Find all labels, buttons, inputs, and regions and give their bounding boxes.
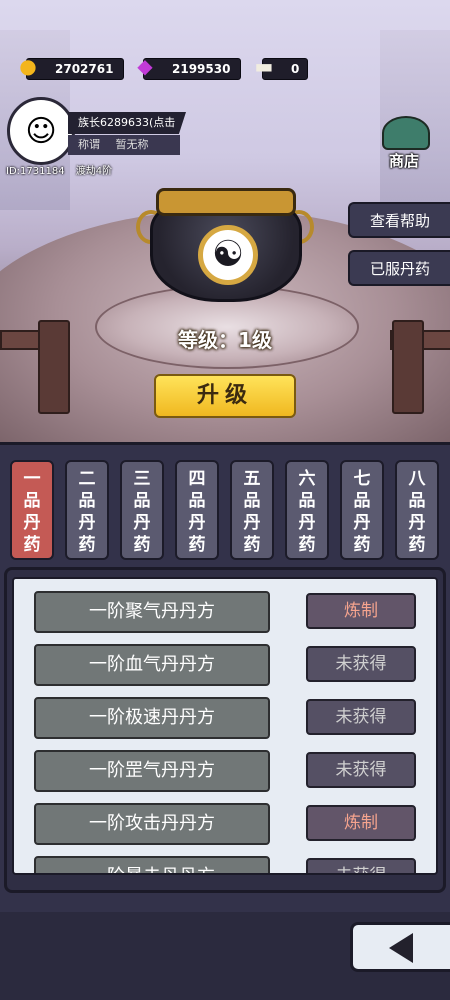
tab-grade-5[interactable]: 五品丹药: [230, 460, 274, 560]
purple-crystal-icon: ◆: [137, 54, 153, 78]
gold-coins-icon: ●: [19, 54, 37, 78]
tab-char: 四: [188, 469, 206, 489]
player-name[interactable]: 族长6289633(点击: [68, 112, 186, 134]
player-stage: 渡劫4阶: [75, 166, 113, 177]
consumed-pills-button[interactable]: 已服丹药: [348, 250, 450, 286]
tab-char: 品: [188, 491, 206, 511]
recipe-name[interactable]: 一阶暴击丹丹方: [34, 856, 270, 873]
tab-grade-2[interactable]: 二品丹药: [65, 460, 109, 560]
tab-char: 品: [78, 491, 96, 511]
tab-char: 丹: [188, 513, 206, 533]
tab-char: 五: [243, 469, 261, 489]
title-label: 称谓: [78, 138, 100, 151]
tab-grade-1[interactable]: 一品丹药: [10, 460, 54, 560]
tab-char: 三: [133, 469, 151, 489]
recipe-list[interactable]: 一阶聚气丹丹方 炼制 一阶血气丹丹方 未获得 一阶极速丹丹方 未获得 一阶罡气丹…: [12, 577, 438, 875]
recipe-name[interactable]: 一阶罡气丹丹方: [34, 750, 270, 792]
tab-char: 品: [298, 491, 316, 511]
list-item: 一阶攻击丹丹方 炼制: [34, 803, 424, 847]
recipe-name[interactable]: 一阶血气丹丹方: [34, 644, 270, 686]
tab-char: 丹: [78, 513, 96, 533]
scroll-value: 0: [291, 62, 300, 76]
player-title: 称谓 暂无称: [68, 135, 180, 155]
alchemy-cauldron-icon[interactable]: ☯: [136, 180, 314, 315]
shop-pagoda-icon: [382, 116, 430, 150]
craft-button[interactable]: 炼制: [306, 593, 416, 629]
gem-counter: ◆ 2199530: [137, 54, 241, 80]
back-button[interactable]: [350, 922, 450, 972]
tab-grade-6[interactable]: 六品丹药: [285, 460, 329, 560]
list-item: 一阶暴击丹丹方 未获得: [34, 856, 424, 873]
tab-char: 丹: [298, 513, 316, 533]
list-item: 一阶聚气丹丹方 炼制: [34, 591, 424, 635]
not-obtained-button[interactable]: 未获得: [306, 752, 416, 788]
tab-char: 丹: [408, 513, 426, 533]
shop-label: 商店: [388, 152, 419, 170]
player-id-line: ID:1731184 渡劫4阶: [6, 162, 112, 177]
tab-char: 药: [78, 535, 96, 555]
recipe-name[interactable]: 一阶攻击丹丹方: [34, 803, 270, 845]
player-avatar-icon: ☺: [25, 113, 57, 149]
tab-char: 品: [243, 491, 261, 511]
tab-grade-4[interactable]: 四品丹药: [175, 460, 219, 560]
tab-char: 二: [78, 469, 96, 489]
craft-button[interactable]: 炼制: [306, 805, 416, 841]
gold-counter: ● 2702761: [19, 54, 124, 80]
tab-char: 丹: [353, 513, 371, 533]
tab-char: 丹: [133, 513, 151, 533]
yin-yang-icon: ☯: [198, 225, 258, 285]
upgrade-button[interactable]: 升级: [154, 374, 296, 418]
list-item: 一阶罡气丹丹方 未获得: [34, 750, 424, 794]
tab-char: 药: [353, 535, 371, 555]
back-arrow-icon: [389, 933, 413, 963]
tab-char: 八: [408, 469, 426, 489]
tab-char: 药: [243, 535, 261, 555]
cauldron-level: 等级：1级: [178, 328, 272, 352]
tab-char: 品: [408, 491, 426, 511]
tab-char: 品: [353, 491, 371, 511]
gold-value: 2702761: [55, 62, 114, 76]
not-obtained-button[interactable]: 未获得: [306, 858, 416, 873]
recipe-name[interactable]: 一阶聚气丹丹方: [34, 591, 270, 633]
scroll-counter: ▬ 0: [255, 54, 308, 80]
not-obtained-button[interactable]: 未获得: [306, 699, 416, 735]
tab-grade-8[interactable]: 八品丹药: [395, 460, 439, 560]
shop-button[interactable]: 商店: [376, 116, 432, 174]
player-avatar[interactable]: ☺: [7, 97, 75, 165]
list-item: 一阶血气丹丹方 未获得: [34, 644, 424, 688]
gem-value: 2199530: [172, 62, 231, 76]
tab-char: 六: [298, 469, 316, 489]
tab-char: 丹: [243, 513, 261, 533]
tab-char: 药: [408, 535, 426, 555]
title-value: 暂无称: [115, 138, 149, 151]
tab-char: 品: [133, 491, 151, 511]
tab-char: 药: [133, 535, 151, 555]
not-obtained-button[interactable]: 未获得: [306, 646, 416, 682]
recipe-name[interactable]: 一阶极速丹丹方: [34, 697, 270, 739]
list-item: 一阶极速丹丹方 未获得: [34, 697, 424, 741]
cauldron-rim: [156, 188, 296, 216]
scroll-icon: ▬: [254, 54, 274, 78]
tab-char: 七: [353, 469, 371, 489]
tab-char: 药: [188, 535, 206, 555]
tab-char: 丹: [23, 513, 41, 533]
tab-grade-7[interactable]: 七品丹药: [340, 460, 384, 560]
grade-tabs: 一品丹药 二品丹药 三品丹药 四品丹药 五品丹药 六品丹药 七品丹药 八品丹药: [10, 460, 440, 562]
tab-char: 药: [298, 535, 316, 555]
player-id: ID:1731184: [6, 166, 65, 177]
tab-grade-3[interactable]: 三品丹药: [120, 460, 164, 560]
view-help-button[interactable]: 查看帮助: [348, 202, 450, 238]
tab-char: 品: [23, 491, 41, 511]
tab-char: 药: [23, 535, 41, 555]
tab-char: 一: [23, 469, 41, 489]
